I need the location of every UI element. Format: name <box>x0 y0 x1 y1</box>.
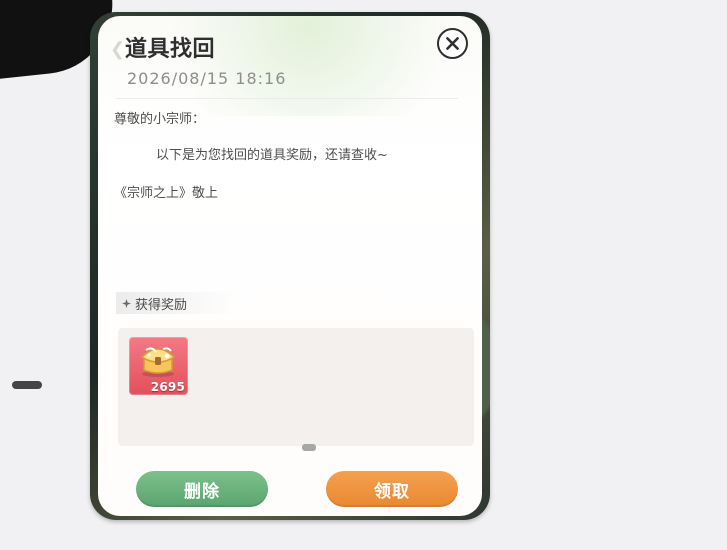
sparkle-icon <box>122 298 131 308</box>
mail-dialog-frame: ❮ 道具找回 2026/08/15 18:16 尊敬的小宗师： 以下是为您找回的… <box>90 12 490 520</box>
background-handle <box>12 381 42 389</box>
reward-item[interactable]: 2695 <box>129 337 188 395</box>
mail-date: 2026/08/15 18:16 <box>127 69 287 88</box>
mail-signature: 《宗师之上》敬上 <box>114 186 219 201</box>
claim-button[interactable]: 领取 <box>326 471 458 507</box>
close-button[interactable] <box>437 28 468 59</box>
mail-body: 以下是为您找回的道具奖励，还请查收~ <box>156 148 388 163</box>
rewards-box: 2695 <box>118 328 474 446</box>
close-icon <box>446 37 459 50</box>
rewards-heading: 获得奖励 <box>116 292 236 314</box>
mail-title: 道具找回 <box>125 37 216 62</box>
delete-button[interactable]: 删除 <box>136 471 268 507</box>
mail-greeting: 尊敬的小宗师： <box>114 112 206 127</box>
header-divider <box>116 98 458 99</box>
rewards-heading-label: 获得奖励 <box>135 297 188 313</box>
screen: ❮ 道具找回 2026/08/15 18:16 尊敬的小宗师： 以下是为您找回的… <box>0 0 727 550</box>
treasure-chest-icon <box>140 347 176 377</box>
corner-decoration-icon: ❮ <box>110 39 126 60</box>
reward-count: 2695 <box>150 380 185 394</box>
mail-dialog: ❮ 道具找回 2026/08/15 18:16 尊敬的小宗师： 以下是为您找回的… <box>98 16 482 516</box>
scroll-indicator <box>302 444 316 451</box>
